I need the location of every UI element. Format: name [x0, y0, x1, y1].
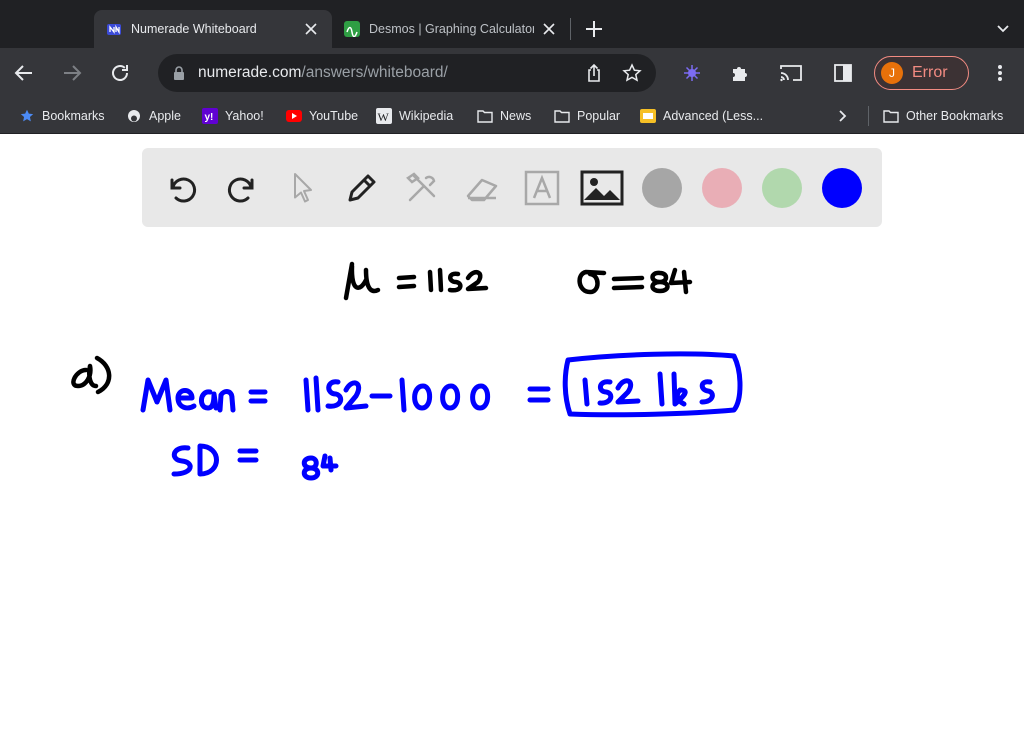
undo-icon[interactable]	[160, 166, 204, 210]
browser-toolbar: numerade.com/answers/whiteboard/ J Error	[0, 48, 1024, 98]
bookmark-label: Other Bookmarks	[906, 109, 1004, 123]
text-icon[interactable]	[520, 166, 564, 210]
tab-strip: Numerade Whiteboard Desmos | Graphing Ca…	[0, 0, 1024, 48]
url-path: /answers/whiteboard/	[301, 64, 448, 81]
whiteboard-canvas[interactable]	[0, 236, 1024, 742]
star-icon	[19, 108, 35, 124]
bookmark-item-apple[interactable]: Apple	[126, 106, 181, 126]
handwriting-boxed-result	[562, 351, 743, 418]
extensions-puzzle-icon[interactable]	[728, 61, 752, 85]
bookmark-star-icon[interactable]	[622, 63, 642, 83]
tab-search-chevron-icon[interactable]	[994, 19, 1012, 37]
eraser-icon[interactable]	[460, 166, 504, 210]
extension-sparkle-icon[interactable]	[680, 61, 704, 85]
profile-button[interactable]: J Error	[874, 56, 969, 90]
numerade-icon	[106, 21, 122, 37]
handwriting-mean-line	[140, 375, 551, 413]
cast-icon[interactable]	[779, 61, 803, 85]
tab-desmos[interactable]: Desmos | Graphing Calculator	[332, 10, 570, 48]
svg-text:W: W	[378, 110, 390, 124]
apple-icon	[126, 108, 142, 124]
bookmark-folder-popular[interactable]: Popular	[554, 106, 620, 126]
back-arrow-icon[interactable]	[12, 61, 36, 85]
bookmark-label: Popular	[577, 109, 621, 123]
more-menu-icon[interactable]	[990, 61, 1010, 85]
whiteboard-toolbar	[142, 148, 882, 227]
bookmark-page-icon	[640, 108, 656, 124]
new-tab-icon[interactable]	[582, 17, 606, 41]
bookmark-label: Wikipedia	[399, 109, 454, 123]
bookmark-item-bookmarks[interactable]: Bookmarks	[19, 106, 105, 126]
close-tab-icon[interactable]	[302, 20, 320, 38]
bookmark-label: Advanced (Less...	[663, 109, 764, 123]
folder-icon	[477, 108, 493, 124]
address-bar[interactable]: numerade.com/answers/whiteboard/	[158, 54, 656, 92]
tab-title: Numerade Whiteboard	[131, 22, 257, 36]
color-swatch-blue[interactable]	[822, 168, 862, 208]
tab-divider	[570, 18, 571, 40]
bookmark-label: News	[500, 109, 532, 123]
tab-title: Desmos | Graphing Calculator	[369, 22, 534, 36]
bookmark-item-wikipedia[interactable]: W Wikipedia	[376, 106, 453, 126]
wikipedia-icon: W	[376, 108, 392, 124]
folder-icon	[554, 108, 570, 124]
bookmark-folder-news[interactable]: News	[477, 106, 531, 126]
color-swatch-green[interactable]	[762, 168, 802, 208]
side-panel-icon[interactable]	[831, 61, 855, 85]
color-swatch-pink[interactable]	[702, 168, 742, 208]
redo-icon[interactable]	[220, 166, 264, 210]
pointer-icon[interactable]	[280, 166, 324, 210]
bookmarks-divider	[868, 106, 869, 126]
youtube-icon	[286, 108, 302, 124]
bookmark-item-advanced[interactable]: Advanced (Less...	[640, 106, 763, 126]
bookmark-label: Bookmarks	[42, 109, 105, 123]
bookmark-label: Yahoo!	[225, 109, 264, 123]
bookmark-label: YouTube	[309, 109, 359, 123]
folder-icon	[883, 108, 899, 124]
forward-arrow-icon[interactable]	[60, 61, 84, 85]
profile-status: Error	[912, 64, 948, 81]
bookmark-item-youtube[interactable]: YouTube	[286, 106, 358, 126]
close-tab-icon[interactable]	[540, 20, 558, 38]
bookmark-label: Apple	[149, 109, 181, 123]
chevron-right-icon[interactable]	[833, 107, 851, 125]
svg-text:y!: y!	[205, 112, 214, 123]
reload-icon[interactable]	[108, 61, 132, 85]
handwriting-mu-equals-1152	[343, 261, 489, 301]
handwriting-sigma-equals-84	[577, 267, 693, 295]
handwriting-sd-line	[171, 443, 339, 481]
yahoo-icon: y!	[202, 108, 218, 124]
color-swatch-gray[interactable]	[642, 168, 682, 208]
share-icon[interactable]	[584, 63, 604, 83]
url-domain: numerade.com	[198, 64, 302, 81]
bookmark-folder-other[interactable]: Other Bookmarks	[883, 106, 1003, 126]
bookmarks-bar: Bookmarks Apple y! Yahoo! YouTube W Wiki…	[0, 98, 1024, 134]
pen-icon[interactable]	[340, 166, 384, 210]
avatar: J	[881, 62, 903, 84]
lock-icon	[172, 65, 186, 81]
tab-numerade[interactable]: Numerade Whiteboard	[94, 10, 332, 48]
desmos-icon	[344, 21, 360, 38]
bookmark-item-yahoo[interactable]: y! Yahoo!	[202, 106, 264, 126]
url-text: numerade.com/answers/whiteboard/	[198, 64, 448, 82]
handwriting-part-a-label	[71, 355, 112, 395]
image-icon[interactable]	[580, 166, 624, 210]
tools-icon[interactable]	[400, 166, 444, 210]
